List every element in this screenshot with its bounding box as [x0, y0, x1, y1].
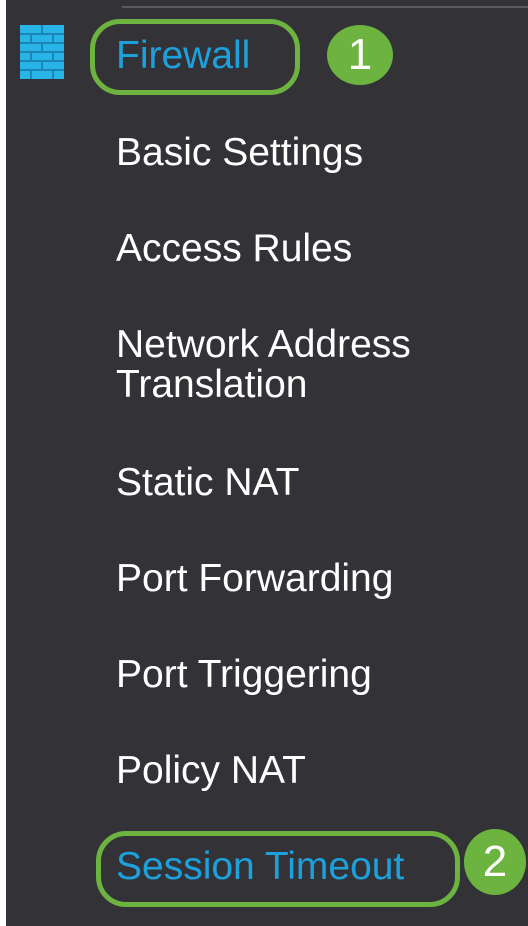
sidebar-item-access-rules[interactable]: Access Rules	[116, 229, 352, 269]
step-badge-2: 2	[464, 829, 526, 895]
highlight-ring-firewall	[90, 19, 300, 95]
sidebar-item-network-address-translation[interactable]: Network Address Translation	[116, 325, 516, 405]
sidebar-item-port-triggering[interactable]: Port Triggering	[116, 655, 372, 695]
divider	[122, 6, 528, 8]
sidebar-item-basic-settings[interactable]: Basic Settings	[116, 133, 363, 173]
highlight-ring-session-timeout	[96, 831, 460, 907]
sidebar-item-port-forwarding[interactable]: Port Forwarding	[116, 559, 393, 599]
step-badge-1: 1	[327, 25, 393, 85]
sidebar-item-static-nat[interactable]: Static NAT	[116, 463, 299, 503]
firewall-icon	[20, 25, 64, 79]
sidebar-item-policy-nat[interactable]: Policy NAT	[116, 751, 306, 791]
